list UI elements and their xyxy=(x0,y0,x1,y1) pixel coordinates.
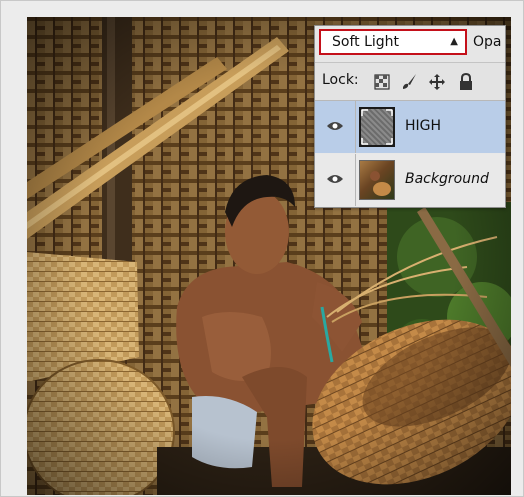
lock-transparent-pixels-icon[interactable] xyxy=(373,73,391,91)
layers-panel: Soft Light ▲ Opa Lock: HIGH Background xyxy=(314,25,506,208)
thumbnail-image xyxy=(370,171,391,196)
thumbnail-corner-marks xyxy=(361,109,393,145)
layer-name-high: HIGH xyxy=(405,118,442,134)
lock-position-icon[interactable] xyxy=(428,73,446,91)
panel-top-bar: Soft Light ▲ Opa xyxy=(315,26,505,63)
lock-label: Lock: xyxy=(322,72,359,88)
blend-mode-value: Soft Light xyxy=(332,34,400,50)
eye-icon[interactable] xyxy=(326,120,344,132)
layer-name-background: Background xyxy=(405,171,489,187)
lock-all-icon[interactable] xyxy=(457,73,475,91)
select-arrows-icon: ▲ xyxy=(450,36,458,47)
lock-image-pixels-icon[interactable] xyxy=(400,73,418,91)
opacity-label: Opa xyxy=(473,34,502,50)
layer-row-high[interactable]: HIGH xyxy=(315,101,505,153)
eye-icon[interactable] xyxy=(326,173,344,185)
blend-mode-select[interactable]: Soft Light ▲ xyxy=(319,29,467,55)
visibility-cell[interactable] xyxy=(315,154,356,206)
lock-row: Lock: xyxy=(315,63,505,101)
layer-thumbnail-high xyxy=(359,107,395,147)
layer-thumbnail-background xyxy=(359,160,395,200)
visibility-cell[interactable] xyxy=(315,101,356,153)
layer-row-background[interactable]: Background xyxy=(315,154,505,206)
